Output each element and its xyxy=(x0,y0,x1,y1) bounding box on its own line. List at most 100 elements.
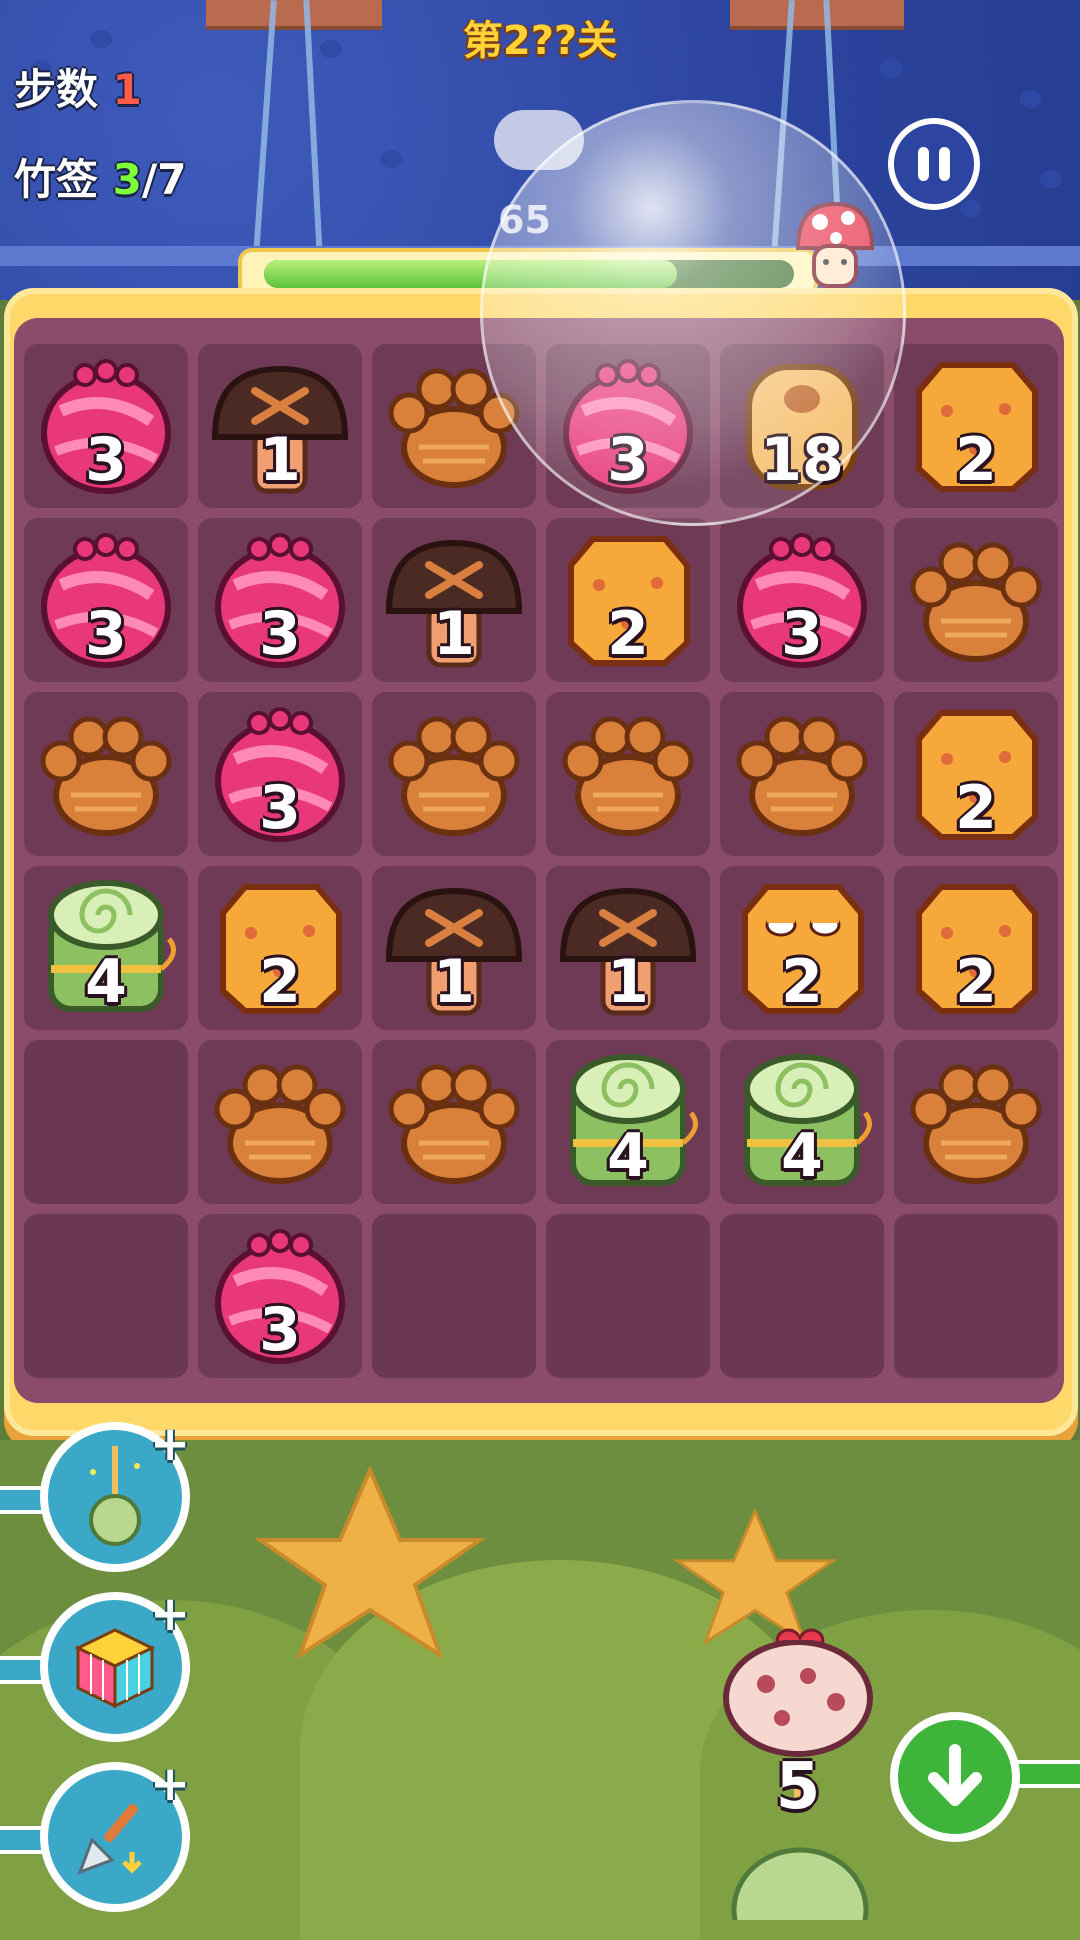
rubik-cube-icon xyxy=(74,1628,156,1709)
board-cell[interactable]: 1 xyxy=(546,866,710,1030)
piece-count: 1 xyxy=(433,599,475,669)
candy-piece-icon: 3 xyxy=(727,525,877,675)
board-cell[interactable] xyxy=(198,1040,362,1204)
paw-piece-icon xyxy=(727,699,877,849)
candy-piece-icon: 3 xyxy=(31,351,181,501)
piece-count: 2 xyxy=(607,599,649,669)
board-cell[interactable] xyxy=(24,692,188,856)
board-cell[interactable]: 2 xyxy=(894,692,1058,856)
piece-count: 1 xyxy=(433,947,475,1017)
board-cell[interactable] xyxy=(372,692,536,856)
piece-count: 2 xyxy=(955,773,997,843)
add-cube-booster[interactable]: + xyxy=(150,1586,190,1642)
paw-piece-icon xyxy=(379,1047,529,1197)
board-cell-empty[interactable] xyxy=(894,1214,1058,1378)
paw-piece-icon xyxy=(205,1047,355,1197)
board-cell[interactable]: 2 xyxy=(546,518,710,682)
cheese-piece-icon: 2 xyxy=(553,525,703,675)
cheese-piece-icon: 2 xyxy=(901,351,1051,501)
board-cell[interactable]: 2 xyxy=(894,866,1058,1030)
piece-count: 1 xyxy=(259,425,301,495)
paw-piece-icon xyxy=(379,699,529,849)
paw-piece-icon xyxy=(553,699,703,849)
board-cell[interactable] xyxy=(894,1040,1058,1204)
board-cell-empty[interactable] xyxy=(24,1214,188,1378)
roll-piece-icon: 4 xyxy=(31,873,181,1023)
piece-count: 3 xyxy=(259,1295,301,1365)
board-cell[interactable]: 2 xyxy=(720,866,884,1030)
board-cell[interactable]: 1 xyxy=(198,344,362,508)
piece-count: 4 xyxy=(85,947,127,1017)
piece-count: 3 xyxy=(85,599,127,669)
cheese-piece-icon: 2 xyxy=(205,873,355,1023)
paw-piece-icon xyxy=(31,699,181,849)
cheese-piece-icon: 2 xyxy=(901,873,1051,1023)
drop-button[interactable] xyxy=(890,1712,1020,1842)
skewers-label: 竹签 xyxy=(14,155,99,204)
piece-count: 3 xyxy=(259,599,301,669)
candy-piece-icon: 3 xyxy=(205,699,355,849)
down-arrow-icon xyxy=(928,1744,982,1806)
mushroom-piece-icon: 1 xyxy=(553,873,703,1023)
bubble-highlight xyxy=(494,110,584,170)
paw-piece-icon xyxy=(901,1047,1051,1197)
board-cell-empty[interactable] xyxy=(720,1214,884,1378)
steps-label: 步数 xyxy=(14,65,99,114)
piece-count: 2 xyxy=(955,425,997,495)
shovel-icon xyxy=(77,1803,142,1875)
piece-count: 2 xyxy=(781,947,823,1017)
board-cell[interactable]: 3 xyxy=(720,518,884,682)
candy-piece-icon: 3 xyxy=(205,1221,355,1371)
steps-display: 步数 1 xyxy=(14,56,142,117)
board-cell[interactable] xyxy=(894,518,1058,682)
piece-count: 3 xyxy=(259,773,301,843)
board-cell[interactable]: 2 xyxy=(894,344,1058,508)
piece-count: 2 xyxy=(955,947,997,1017)
piece-count: 4 xyxy=(781,1121,823,1191)
add-skewer-booster[interactable]: + xyxy=(150,1416,190,1472)
piece-count: 3 xyxy=(781,599,823,669)
board-cell-empty[interactable] xyxy=(372,1214,536,1378)
piece-count: 3 xyxy=(85,425,127,495)
roll-piece-icon: 4 xyxy=(727,1047,877,1197)
steps-value: 1 xyxy=(112,65,142,114)
skewers-current: 3 xyxy=(112,155,142,204)
mushroom-piece-icon: 1 xyxy=(379,525,529,675)
candy-piece-icon: 3 xyxy=(205,525,355,675)
board-cell[interactable]: 3 xyxy=(198,692,362,856)
skewers-total: /7 xyxy=(141,155,187,204)
roll-piece-icon: 4 xyxy=(553,1047,703,1197)
candy-piece-icon: 3 xyxy=(31,525,181,675)
pause-icon xyxy=(918,147,929,181)
board-cell[interactable]: 1 xyxy=(372,518,536,682)
board-cell[interactable] xyxy=(372,1040,536,1204)
skewer-icon xyxy=(89,1446,141,1546)
add-shovel-booster[interactable]: + xyxy=(150,1756,190,1812)
board-cell[interactable]: 4 xyxy=(720,1040,884,1204)
cheese-face-piece-icon: 2 xyxy=(727,873,877,1023)
piece-count: 2 xyxy=(259,947,301,1017)
board-cell[interactable]: 3 xyxy=(24,518,188,682)
paw-piece-icon xyxy=(901,525,1051,675)
game-board: 3131823312332421122443 xyxy=(24,344,1058,1378)
board-cell-empty[interactable] xyxy=(24,1040,188,1204)
piece-count: 4 xyxy=(607,1121,649,1191)
board-cell[interactable] xyxy=(720,692,884,856)
board-cell[interactable]: 3 xyxy=(24,344,188,508)
board-cell-empty[interactable] xyxy=(546,1214,710,1378)
level-title: 第2??关 xyxy=(462,18,618,64)
board-cell[interactable]: 3 xyxy=(198,518,362,682)
piece-count: 1 xyxy=(607,947,649,1017)
next-piece-count: 5 xyxy=(775,1750,821,1824)
board-cell[interactable]: 3 xyxy=(198,1214,362,1378)
board-cell[interactable]: 2 xyxy=(198,866,362,1030)
skewers-display: 竹签 3/7 xyxy=(14,146,186,207)
board-cell[interactable]: 4 xyxy=(24,866,188,1030)
board-cell[interactable]: 1 xyxy=(372,866,536,1030)
pause-button[interactable] xyxy=(888,118,980,210)
queued-piece xyxy=(731,1847,869,1920)
cheese-piece-icon: 2 xyxy=(901,699,1051,849)
board-cell[interactable] xyxy=(546,692,710,856)
mushroom-piece-icon: 1 xyxy=(379,873,529,1023)
board-cell[interactable]: 4 xyxy=(546,1040,710,1204)
